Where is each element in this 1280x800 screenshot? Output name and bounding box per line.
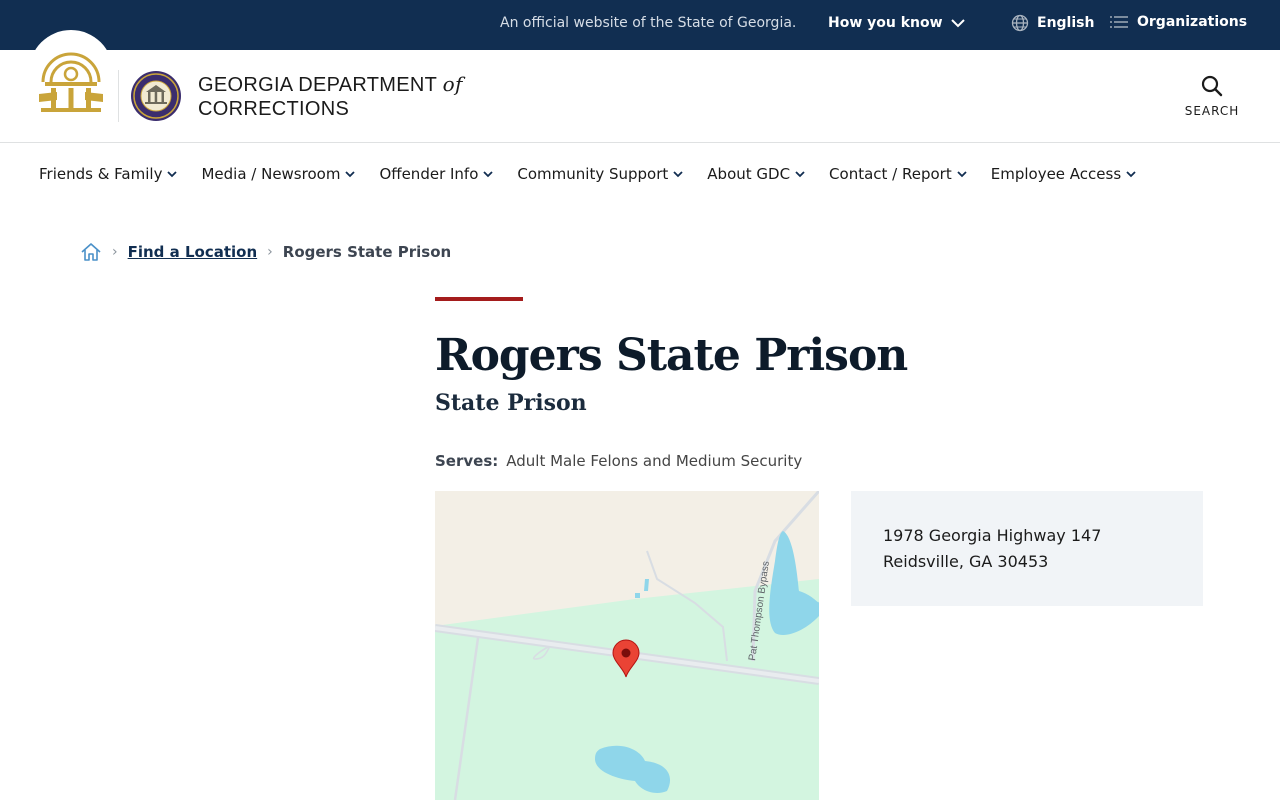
nav-item-label: Media / Newsroom bbox=[201, 165, 341, 183]
chevron-right-icon: › bbox=[267, 244, 273, 260]
serves-value: Adult Male Felons and Medium Security bbox=[506, 452, 803, 470]
nav-friends-family[interactable]: Friends & Family bbox=[39, 165, 178, 183]
breadcrumb-find-location[interactable]: Find a Location bbox=[128, 243, 258, 261]
nav-item-label: Contact / Report bbox=[829, 165, 952, 183]
nav-media-newsroom[interactable]: Media / Newsroom bbox=[201, 165, 356, 183]
nav-item-label: About GDC bbox=[707, 165, 791, 183]
chevron-down-icon bbox=[950, 19, 965, 28]
address-line1: 1978 Georgia Highway 147 bbox=[883, 526, 1102, 545]
site-header: GEORGIA DEPARTMENT of CORRECTIONS SEARCH bbox=[0, 30, 1280, 143]
title-accent-bar bbox=[435, 297, 523, 301]
gdc-seal-link[interactable] bbox=[130, 70, 182, 122]
agency-name-line1: GEORGIA DEPARTMENT bbox=[198, 74, 437, 96]
page-subtitle: State Prison bbox=[435, 390, 587, 416]
agency-name-line2: CORRECTIONS bbox=[198, 98, 350, 120]
organizations-menu[interactable]: Organizations bbox=[1109, 14, 1247, 30]
organizations-label: Organizations bbox=[1137, 14, 1248, 30]
nav-employee-access[interactable]: Employee Access bbox=[991, 165, 1136, 183]
breadcrumb-current: Rogers State Prison bbox=[282, 243, 452, 261]
address-card: 1978 Georgia Highway 147 Reidsville, GA … bbox=[851, 491, 1203, 606]
chevron-right-icon: › bbox=[112, 244, 118, 260]
logo-divider bbox=[118, 70, 119, 122]
search-button[interactable]: SEARCH bbox=[1180, 74, 1244, 118]
search-label: SEARCH bbox=[1184, 104, 1240, 118]
chevron-down-icon bbox=[483, 171, 494, 178]
chevron-down-icon bbox=[673, 171, 683, 178]
chevron-down-icon bbox=[957, 171, 967, 178]
chevron-down-icon bbox=[1126, 171, 1136, 178]
agency-name[interactable]: GEORGIA DEPARTMENT of CORRECTIONS bbox=[198, 72, 463, 121]
serves-label: Serves: bbox=[435, 452, 499, 470]
gdc-seal-icon bbox=[131, 71, 181, 121]
language-label: English bbox=[1037, 15, 1095, 31]
georgia-arch-seal-icon bbox=[39, 52, 103, 112]
address-line2: Reidsville, GA 30453 bbox=[883, 552, 1049, 571]
globe-icon bbox=[1011, 14, 1029, 32]
chevron-down-icon bbox=[167, 171, 178, 178]
official-site-text: An official website of the State of Geor… bbox=[500, 15, 797, 31]
georgia-state-seal-link[interactable] bbox=[29, 30, 113, 114]
nav-item-label: Community Support bbox=[517, 165, 669, 183]
page-title: Rogers State Prison bbox=[435, 330, 908, 381]
nav-item-label: Employee Access bbox=[990, 165, 1122, 183]
how-you-know-toggle[interactable]: How you know bbox=[828, 15, 965, 31]
list-icon bbox=[1110, 16, 1128, 28]
serves-info: Serves: Adult Male Felons and Medium Sec… bbox=[435, 452, 802, 470]
agency-name-of: of bbox=[442, 72, 463, 96]
search-icon bbox=[1201, 75, 1223, 97]
chevron-down-icon bbox=[345, 171, 356, 178]
nav-community-support[interactable]: Community Support bbox=[517, 165, 683, 183]
primary-nav: Friends & Family Media / Newsroom Offend… bbox=[0, 143, 1280, 205]
nav-item-label: Offender Info bbox=[379, 165, 479, 183]
nav-contact-report[interactable]: Contact / Report bbox=[829, 165, 967, 183]
language-selector[interactable]: English bbox=[1011, 14, 1094, 32]
nav-item-label: Friends & Family bbox=[39, 165, 163, 183]
map-canvas: Pat Thompson Bypass bbox=[435, 491, 819, 800]
nav-offender-info[interactable]: Offender Info bbox=[379, 165, 494, 183]
nav-about-gdc[interactable]: About GDC bbox=[707, 165, 805, 183]
how-you-know-label: How you know bbox=[828, 15, 943, 31]
home-icon[interactable] bbox=[80, 242, 102, 262]
official-banner: An official website of the State of Geor… bbox=[0, 0, 1280, 50]
location-map[interactable]: Pat Thompson Bypass bbox=[435, 491, 819, 800]
chevron-down-icon bbox=[795, 171, 805, 178]
breadcrumb: › Find a Location › Rogers State Prison bbox=[80, 242, 451, 262]
